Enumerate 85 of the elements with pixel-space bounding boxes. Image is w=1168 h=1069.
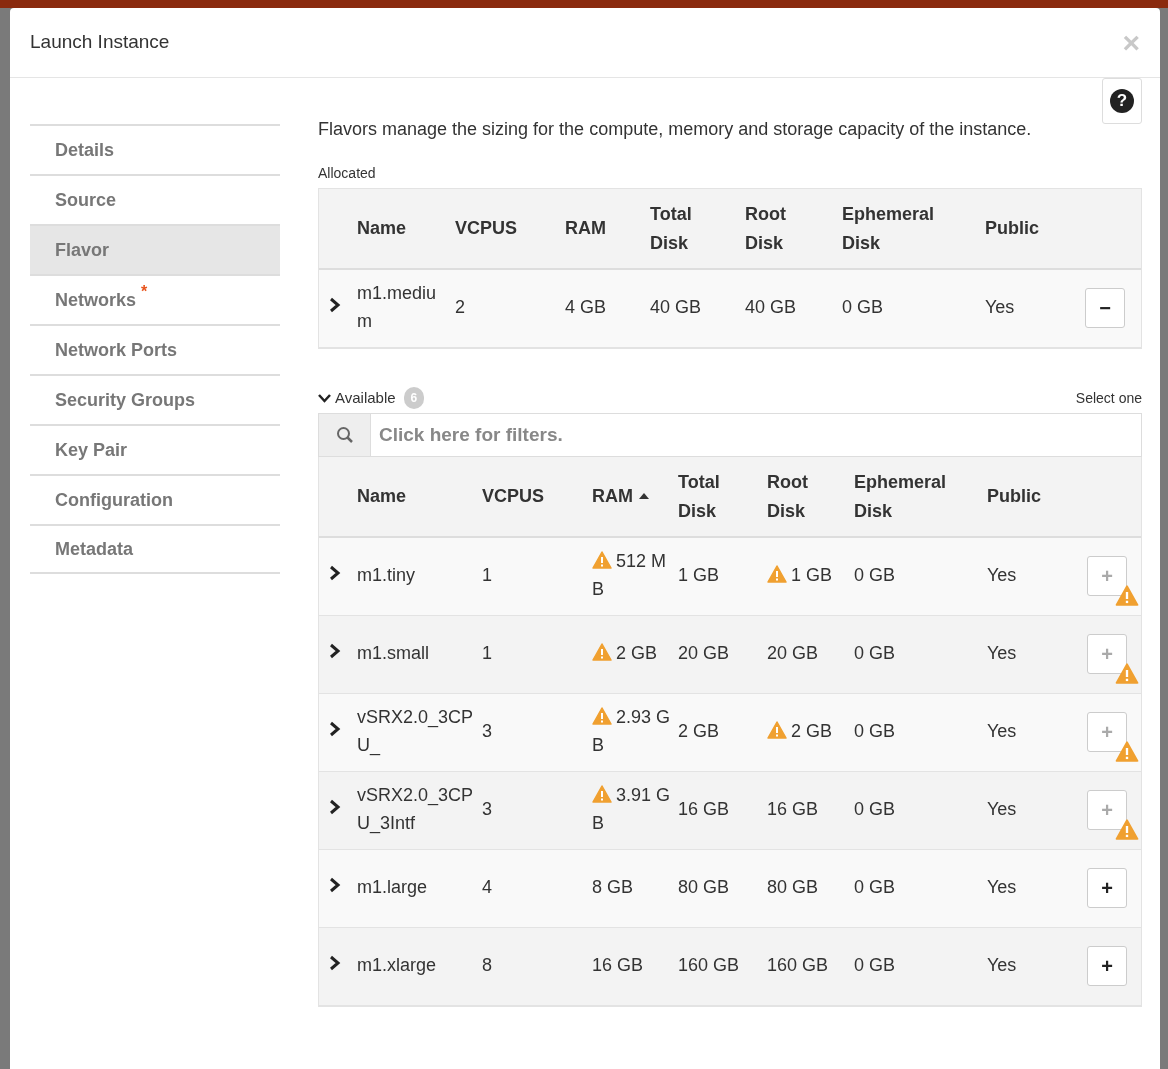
table-cell: m1.tiny xyxy=(357,565,416,586)
section-label: Allocated xyxy=(318,164,376,183)
table-cell: 40 GB xyxy=(650,297,702,318)
table-cell: Yes xyxy=(987,643,1017,664)
table-cell: Yes xyxy=(987,565,1017,586)
table-cell: m1.medium xyxy=(357,283,437,332)
help-button[interactable]: ? xyxy=(1102,78,1142,124)
table-cell: 16 GB xyxy=(678,799,730,820)
table-cell: 0 GB xyxy=(854,643,896,664)
table-cell: 0 GB xyxy=(854,721,896,742)
table-cell: 8 xyxy=(482,955,492,976)
add-button[interactable]: + xyxy=(1087,634,1127,674)
expand-chevron-icon[interactable] xyxy=(329,955,341,971)
table-cell: 0 GB xyxy=(842,297,884,318)
table-cell: 2 GB xyxy=(678,721,720,742)
table-cell: 3.91 GB xyxy=(592,785,671,833)
table-cell: 0 GB xyxy=(854,799,896,820)
table-cell: vSRX2.0_3CPU_3Intf xyxy=(357,785,474,833)
table-cell: 2 xyxy=(455,297,465,318)
column-header: Ephemeral Disk xyxy=(842,202,935,255)
table-cell: 4 GB xyxy=(565,297,607,318)
table-cell: Yes xyxy=(987,721,1017,742)
table-cell: m1.xlarge xyxy=(357,955,437,976)
table-cell: m1.large xyxy=(357,877,428,898)
expand-chevron-icon[interactable] xyxy=(329,565,341,582)
table-cell: Yes xyxy=(987,799,1017,820)
add-button[interactable]: + xyxy=(1087,790,1127,830)
sidebar-item[interactable]: Flavor xyxy=(30,224,280,274)
add-button[interactable]: + xyxy=(1087,712,1127,752)
column-header: VCPUS xyxy=(455,217,517,241)
table-cell: 0 GB xyxy=(854,565,896,586)
table-cell: 16 GB xyxy=(767,799,819,820)
column-header: Root Disk xyxy=(745,202,786,255)
column-header: Root Disk xyxy=(767,470,808,523)
search-icon xyxy=(335,426,354,444)
table-cell: 20 GB xyxy=(767,643,819,664)
column-header: Total Disk xyxy=(650,202,692,255)
remove-button[interactable]: − xyxy=(1085,288,1125,329)
table-cell: 1 GB xyxy=(678,565,720,586)
table-cell: Yes xyxy=(987,955,1017,976)
add-button[interactable]: + xyxy=(1087,556,1127,597)
table-cell: 2.93 GB xyxy=(592,707,671,755)
chevron-down-icon xyxy=(318,392,331,403)
description-text: Flavors manage the sizing for the compute, memory and storage capacity of the instance. xyxy=(318,118,1033,141)
table-cell: 3 xyxy=(482,799,492,820)
table-cell: 0 GB xyxy=(854,955,896,976)
expand-chevron-icon[interactable] xyxy=(329,643,341,659)
column-header: RAM xyxy=(565,217,606,241)
column-header: VCPUS xyxy=(482,485,544,509)
expand-chevron-icon[interactable] xyxy=(329,297,341,314)
table-cell: 1 GB xyxy=(767,565,833,586)
column-header: Public xyxy=(987,485,1041,509)
table-cell: 2 GB xyxy=(592,643,658,664)
table-cell: 20 GB xyxy=(678,643,730,664)
column-header: Public xyxy=(985,217,1039,241)
expand-chevron-icon[interactable] xyxy=(329,877,341,893)
column-header: Ephemeral Disk xyxy=(854,470,947,523)
table-cell: 2 GB xyxy=(767,721,833,742)
table-cell: 40 GB xyxy=(745,297,797,318)
table-cell: Yes xyxy=(987,877,1017,898)
table-cell: 4 xyxy=(482,877,492,898)
column-header: Name xyxy=(357,485,407,509)
expand-chevron-icon[interactable] xyxy=(329,799,341,815)
table-cell: 0 GB xyxy=(854,877,896,898)
table-cell: 1 xyxy=(482,565,492,586)
table-cell: 80 GB xyxy=(678,877,730,898)
hint-text: Select one xyxy=(1075,389,1142,408)
window-title: Launch Instance xyxy=(30,30,170,55)
table-cell: 1 xyxy=(482,643,492,664)
table-cell: Yes xyxy=(985,297,1015,318)
table-cell: 160 GB xyxy=(767,955,829,976)
table-cell: 160 GB xyxy=(678,955,740,976)
table-cell: 8 GB xyxy=(592,877,634,898)
column-header: Name xyxy=(357,217,407,241)
sidebar-item[interactable]: Metadata xyxy=(30,524,280,574)
column-header: Total Disk xyxy=(678,470,720,523)
table-cell: 3 xyxy=(482,721,492,742)
column-header: RAM xyxy=(592,485,633,509)
table-cell: m1.small xyxy=(357,643,429,664)
table-cell: 80 GB xyxy=(767,877,819,898)
table-cell: vSRX2.0_3CPU_ xyxy=(357,707,474,755)
table-cell: 16 GB xyxy=(592,955,644,976)
expand-chevron-icon[interactable] xyxy=(329,721,341,737)
add-button[interactable]: + xyxy=(1087,946,1127,986)
add-button[interactable]: + xyxy=(1087,868,1127,908)
